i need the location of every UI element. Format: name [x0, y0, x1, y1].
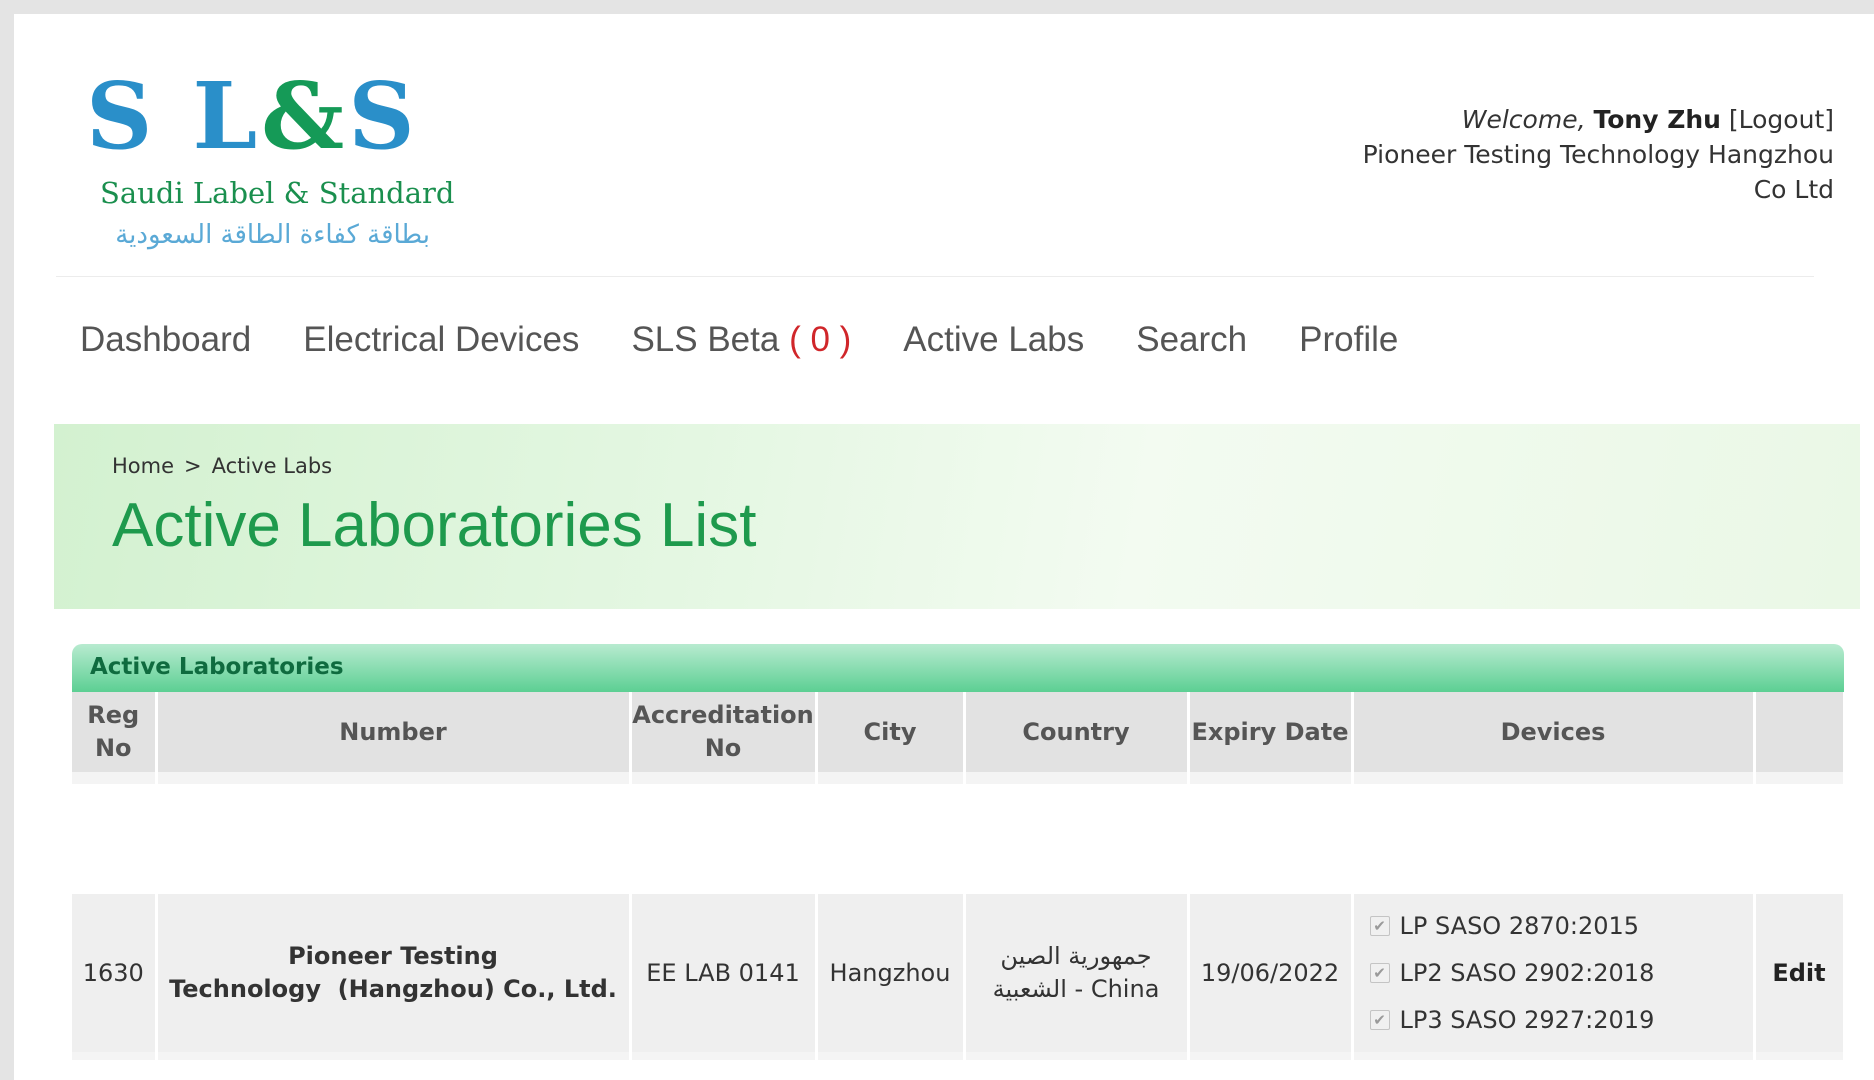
col-header-devices[interactable]: Devices — [1352, 692, 1756, 772]
cell-reg-no: 1630 — [72, 894, 158, 1052]
col-header-city[interactable]: City — [816, 692, 966, 772]
active-labs-table: Reg No Number Accreditation No City Countr… — [72, 692, 1846, 1060]
nav-dashboard[interactable]: Dashboard — [80, 320, 251, 360]
user-name: Tony Zhu — [1593, 105, 1721, 134]
breadcrumb-current: Active Labs — [211, 454, 333, 478]
device-item: ✔ LP3 SASO 2927:2019 — [1369, 997, 1753, 1044]
page-title: Active Laboratories List — [112, 491, 757, 560]
company-name-line1: Pioneer Testing Technology Hangzhou — [1362, 140, 1834, 169]
active-labs-panel: Active Laboratories Reg No Number Accredi… — [72, 644, 1846, 1060]
lab-name-line1: Pioneer Testing — [288, 942, 498, 970]
device-item: ✔ LP SASO 2870:2015 — [1369, 903, 1753, 950]
nav-profile[interactable]: Profile — [1299, 320, 1398, 360]
company-name-line2: Co Ltd — [1753, 175, 1834, 204]
nav-sls-beta[interactable]: SLS Beta ( 0 ) — [631, 320, 851, 360]
checkbox-checked-icon: ✔ — [1369, 916, 1390, 936]
cell-country: جمهورية الصين الشعبية - China — [964, 894, 1190, 1052]
filter-row — [72, 772, 1846, 784]
welcome-text: Welcome, — [1461, 105, 1586, 134]
col-header-country[interactable]: Country — [964, 692, 1190, 772]
cell-devices: ✔ LP SASO 2870:2015 ✔ LP2 SASO 2902:2018… — [1352, 894, 1756, 1052]
device-label: LP SASO 2870:2015 — [1399, 911, 1640, 940]
header-divider — [56, 276, 1814, 277]
edit-link[interactable]: Edit — [1754, 894, 1846, 1052]
nav-active-labs[interactable]: Active Labs — [903, 320, 1084, 360]
col-header-accreditation-no[interactable]: Accreditation No — [630, 692, 818, 772]
col-header-expiry-date[interactable]: Expiry Date — [1188, 692, 1354, 772]
logo[interactable]: S L&S Saudi Label & Standard بطاقة كفاءة… — [86, 62, 455, 270]
table-row: 1630 Pioneer Testing Technology (Hangzho… — [72, 894, 1846, 1052]
page: S L&S Saudi Label & Standard بطاقة كفاءة… — [14, 14, 1874, 1080]
cell-lab-number: Pioneer Testing Technology (Hangzhou) Co… — [156, 894, 632, 1052]
cell-expiry-date: 19/06/2022 — [1188, 894, 1354, 1052]
sls-beta-count-badge: ( 0 ) — [789, 320, 852, 359]
nav-sls-beta-label: SLS Beta — [631, 320, 780, 359]
lab-name-line2: Technology (Hangzhou) Co., Ltd. — [169, 975, 617, 1003]
logo-mark: S L&S — [86, 62, 419, 170]
device-label: LP2 SASO 2902:2018 — [1399, 958, 1655, 987]
table-header-row: Reg No Number Accreditation No City Countr… — [72, 692, 1846, 772]
page-banner: Home > Active Labs Active Laboratories L… — [54, 424, 1860, 609]
panel-title: Active Laboratories — [72, 644, 1844, 692]
country-line2: الشعبية - China — [992, 975, 1160, 1003]
checkbox-checked-icon: ✔ — [1369, 1010, 1390, 1030]
col-header-reg-no[interactable]: Reg No — [72, 692, 158, 772]
breadcrumb-separator: > — [184, 454, 202, 478]
logout-link[interactable]: [Logout] — [1729, 105, 1834, 134]
cell-city: Hangzhou — [816, 894, 966, 1052]
user-info: Welcome, Tony Zhu [Logout] Pioneer Testi… — [1314, 102, 1834, 207]
main-nav: Dashboard Electrical Devices SLS Beta ( … — [80, 320, 1450, 360]
checkbox-checked-icon: ✔ — [1369, 963, 1390, 983]
country-arabic: جمهورية الصين — [1000, 942, 1152, 970]
table-gap — [72, 784, 1844, 894]
device-label: LP3 SASO 2927:2019 — [1399, 1005, 1655, 1034]
breadcrumb-home[interactable]: Home — [112, 454, 174, 478]
cell-accreditation-no: EE LAB 0141 — [630, 894, 818, 1052]
col-header-actions — [1754, 692, 1846, 772]
breadcrumb: Home > Active Labs — [112, 454, 332, 478]
table-footer-row — [72, 1052, 1846, 1060]
logo-arabic-text: بطاقة كفاءة الطاقة السعودية — [115, 220, 430, 250]
col-header-number[interactable]: Number — [156, 692, 632, 772]
nav-search[interactable]: Search — [1136, 320, 1247, 360]
logo-subtitle: Saudi Label & Standard — [100, 176, 455, 210]
device-item: ✔ LP2 SASO 2902:2018 — [1369, 950, 1753, 997]
nav-electrical-devices[interactable]: Electrical Devices — [303, 320, 579, 360]
